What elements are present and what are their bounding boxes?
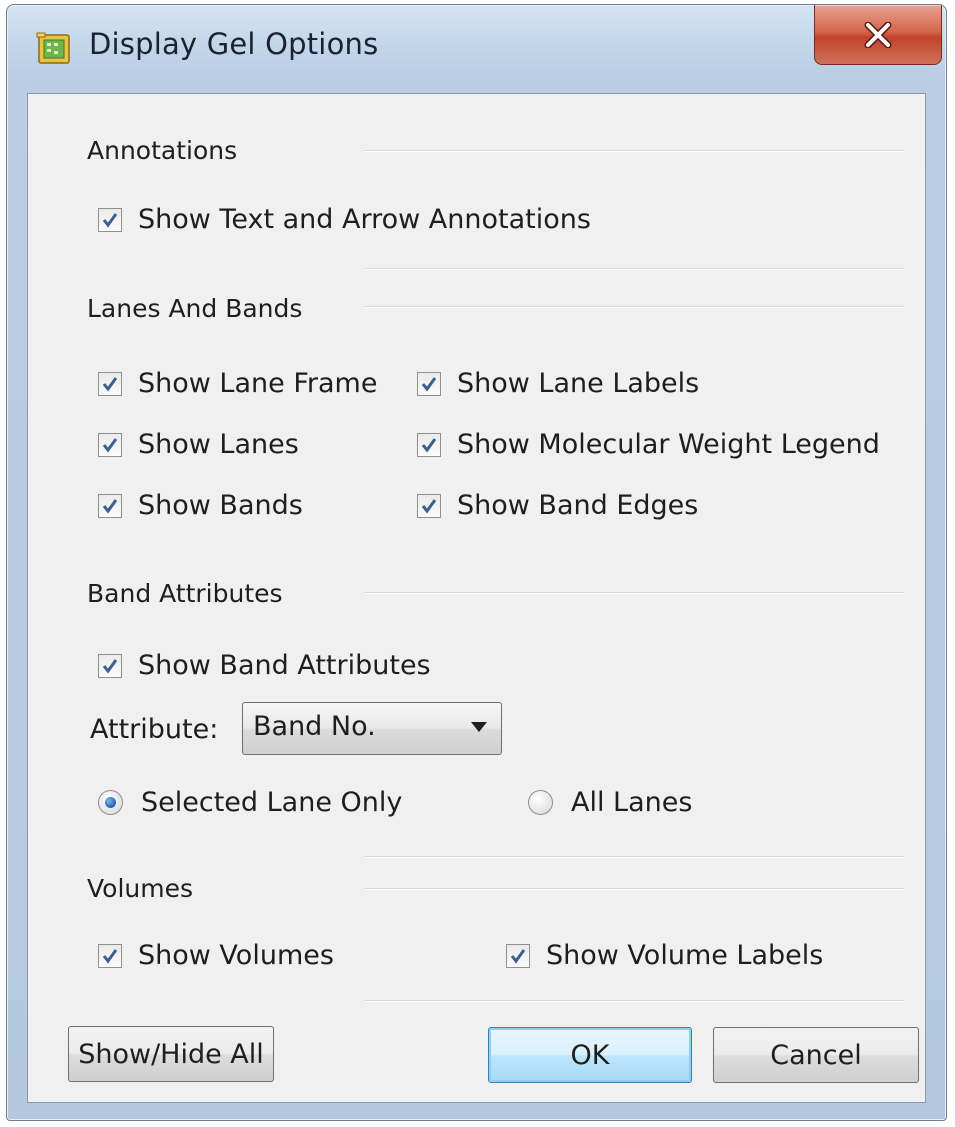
chevron-down-icon: [471, 722, 487, 732]
checkmark-icon: [421, 498, 437, 513]
ok-button[interactable]: OK: [488, 1027, 692, 1083]
cancel-button[interactable]: Cancel: [713, 1027, 919, 1083]
radio-label: Selected Lane Only: [141, 787, 403, 818]
checkbox-show-molecular-weight-legend[interactable]: Show Molecular Weight Legend: [417, 429, 880, 460]
checkbox-box[interactable]: [98, 653, 122, 678]
checkbox-label: Show Bands: [138, 490, 303, 521]
attribute-dropdown-value: Band No.: [253, 711, 376, 742]
section-divider: [364, 306, 904, 308]
checkmark-icon: [102, 437, 118, 452]
checkbox-box[interactable]: [98, 943, 122, 968]
checkmark-icon: [510, 948, 526, 963]
attribute-label: Attribute:: [90, 714, 219, 745]
window-title: Display Gel Options: [89, 27, 379, 61]
checkbox-box[interactable]: [98, 432, 122, 457]
checkbox-box[interactable]: [506, 943, 530, 968]
checkbox-show-lane-frame[interactable]: Show Lane Frame: [98, 368, 377, 399]
radio-label: All Lanes: [571, 787, 693, 818]
checkbox-show-band-edges[interactable]: Show Band Edges: [417, 490, 698, 521]
section-heading-annotations: Annotations: [87, 136, 238, 165]
checkbox-box[interactable]: [98, 207, 122, 232]
checkbox-show-band-attributes[interactable]: Show Band Attributes: [98, 650, 431, 681]
close-button[interactable]: [814, 5, 942, 65]
checkmark-icon: [421, 437, 437, 452]
attribute-dropdown[interactable]: Band No.: [242, 702, 502, 755]
radio-button[interactable]: [528, 790, 553, 815]
checkbox-show-lanes[interactable]: Show Lanes: [98, 429, 299, 460]
section-divider: [364, 268, 904, 270]
checkbox-label: Show Volume Labels: [546, 940, 824, 971]
checkbox-show-volume-labels[interactable]: Show Volume Labels: [506, 940, 823, 971]
checkbox-label: Show Lane Labels: [457, 368, 700, 399]
checkmark-icon: [421, 376, 437, 391]
checkbox-label: Show Lanes: [138, 429, 299, 460]
checkmark-icon: [102, 948, 118, 963]
section-divider: [364, 150, 904, 152]
checkbox-label: Show Band Edges: [457, 490, 699, 521]
checkbox-show-lane-labels[interactable]: Show Lane Labels: [417, 368, 699, 399]
section-divider: [364, 888, 904, 890]
checkbox-box[interactable]: [417, 432, 441, 457]
display-gel-options-dialog: Display Gel Options Annotations Show Tex…: [6, 4, 947, 1121]
checkmark-icon: [102, 658, 118, 673]
radio-button[interactable]: [98, 790, 123, 815]
checkbox-show-text-arrow-annotations[interactable]: Show Text and Arrow Annotations: [98, 204, 591, 235]
radio-all-lanes[interactable]: All Lanes: [528, 787, 692, 818]
dialog-body: Annotations Show Text and Arrow Annotati…: [27, 93, 926, 1103]
checkbox-box[interactable]: [417, 371, 441, 396]
checkbox-box[interactable]: [417, 493, 441, 518]
checkbox-box[interactable]: [98, 371, 122, 396]
section-heading-lanes-and-bands: Lanes And Bands: [87, 294, 303, 323]
gel-image-icon: [35, 29, 75, 69]
section-heading-band-attributes: Band Attributes: [87, 579, 283, 608]
checkbox-show-volumes[interactable]: Show Volumes: [98, 940, 334, 971]
title-bar[interactable]: Display Gel Options: [7, 5, 946, 93]
checkbox-label: Show Molecular Weight Legend: [457, 429, 880, 460]
checkbox-label: Show Text and Arrow Annotations: [138, 204, 591, 235]
show-hide-all-button[interactable]: Show/Hide All: [68, 1026, 274, 1082]
radio-selected-lane-only[interactable]: Selected Lane Only: [98, 787, 402, 818]
section-heading-volumes: Volumes: [87, 874, 194, 903]
radio-selected-dot: [105, 797, 116, 808]
checkbox-show-bands[interactable]: Show Bands: [98, 490, 303, 521]
checkbox-label: Show Band Attributes: [138, 650, 431, 681]
checkmark-icon: [102, 212, 118, 227]
section-divider: [364, 856, 904, 858]
checkbox-label: Show Lane Frame: [138, 368, 378, 399]
close-icon: [864, 21, 892, 48]
checkbox-box[interactable]: [98, 493, 122, 518]
checkmark-icon: [102, 376, 118, 391]
section-divider: [364, 1000, 904, 1002]
checkbox-label: Show Volumes: [138, 940, 334, 971]
checkmark-icon: [102, 498, 118, 513]
section-divider: [364, 592, 904, 594]
